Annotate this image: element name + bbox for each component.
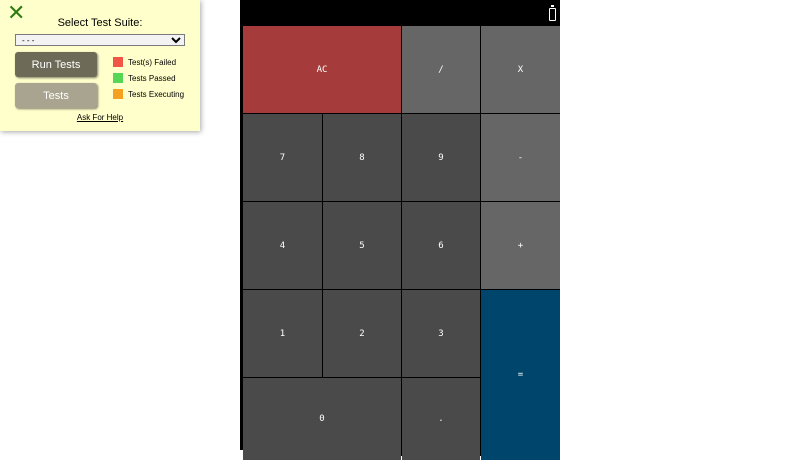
legend-executing-label: Tests Executing <box>128 90 185 99</box>
passed-swatch-icon <box>113 73 123 83</box>
ask-for-help-link[interactable]: Ask For Help <box>0 113 200 122</box>
key-multiply[interactable]: X <box>481 26 560 113</box>
key-4[interactable]: 4 <box>243 202 322 289</box>
legend-passed-label: Tests Passed <box>128 74 176 83</box>
key-0[interactable]: 0 <box>243 378 401 460</box>
failed-swatch-icon <box>113 57 123 67</box>
key-clear[interactable]: AC <box>243 26 401 113</box>
legend-failed: Test(s) Failed <box>113 57 176 68</box>
key-3[interactable]: 3 <box>402 290 480 377</box>
key-8[interactable]: 8 <box>323 114 401 201</box>
test-panel: ✕ Select Test Suite: - - - Run Tests Tes… <box>0 0 200 131</box>
legend-passed: Tests Passed <box>113 73 176 84</box>
key-6[interactable]: 6 <box>402 202 480 289</box>
test-suite-select[interactable]: - - - <box>15 34 185 46</box>
key-1[interactable]: 1 <box>243 290 322 377</box>
suite-label: Select Test Suite: <box>57 17 143 29</box>
run-tests-button[interactable]: Run Tests <box>15 52 97 77</box>
legend-failed-label: Test(s) Failed <box>128 58 177 67</box>
battery-icon <box>549 5 556 21</box>
calculator-keypad: AC / X 7 8 9 - 4 5 6 + 1 2 3 = 0 . <box>243 26 560 460</box>
key-plus[interactable]: + <box>481 202 560 289</box>
key-9[interactable]: 9 <box>402 114 480 201</box>
key-7[interactable]: 7 <box>243 114 322 201</box>
key-5[interactable]: 5 <box>323 202 401 289</box>
executing-swatch-icon <box>113 89 123 99</box>
key-equals[interactable]: = <box>481 290 560 460</box>
key-minus[interactable]: - <box>481 114 560 201</box>
legend-executing: Tests Executing <box>113 89 184 100</box>
tests-button[interactable]: Tests <box>15 83 97 108</box>
key-decimal[interactable]: . <box>402 378 480 460</box>
key-divide[interactable]: / <box>402 26 480 113</box>
key-2[interactable]: 2 <box>323 290 401 377</box>
